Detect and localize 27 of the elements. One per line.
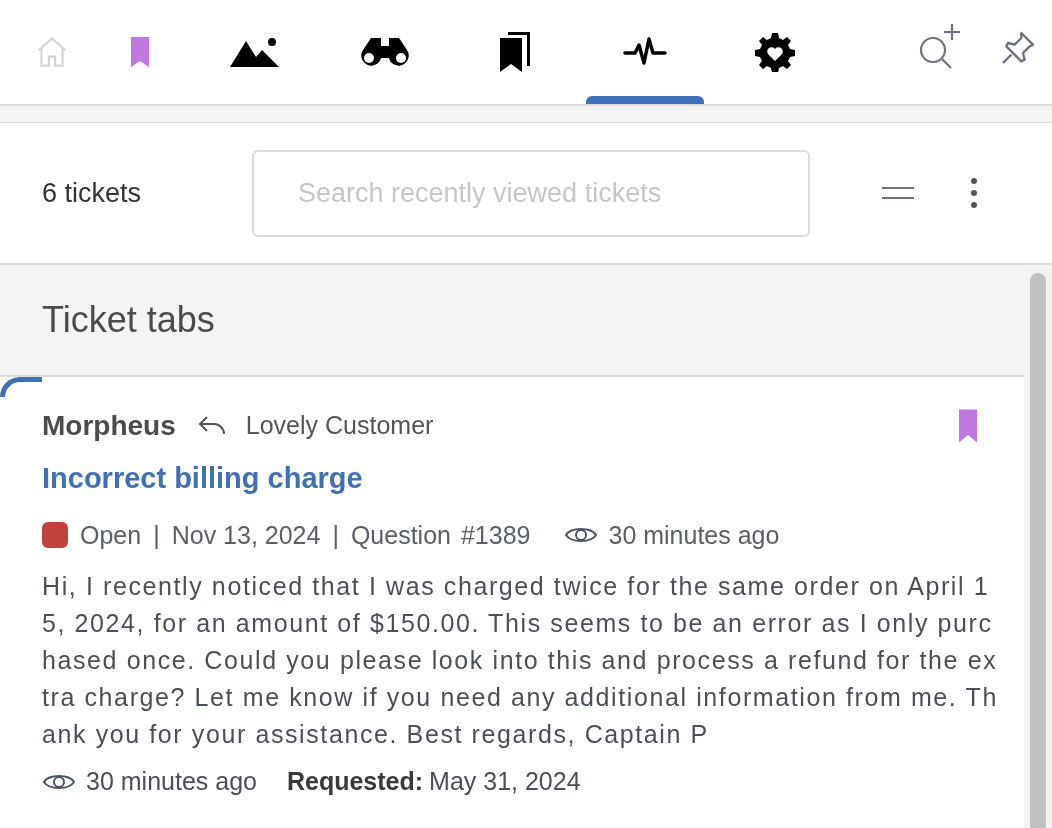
- ticket-number: #1389: [460, 519, 531, 551]
- search-field[interactable]: Search recently viewed tickets: [252, 149, 810, 237]
- ticket-title[interactable]: Incorrect billing charge: [42, 457, 1000, 501]
- more-options-icon[interactable]: [970, 177, 978, 209]
- ticket-preview: Hi, I recently noticed that I was charged twice for the same order on April 15, 2024, for an amount of $150.00. This seems to be an error as I only purchased once. Could you please look into this and process a refund for the extra charge? Let me know if you need any additional information from me. Thank you for your assistance. Best regards, Captain P: [42, 571, 999, 750]
- ticket-count: 6 tickets: [42, 176, 143, 210]
- active-corner-marker: [0, 377, 42, 397]
- requested-label: Requested:: [286, 766, 424, 797]
- equals-icon[interactable]: [882, 186, 914, 200]
- viewed-time: 30 minutes ago: [86, 766, 257, 797]
- separator: |: [153, 519, 160, 551]
- status-label: Open: [80, 519, 142, 551]
- ticket-date: Nov 13, 2024: [171, 519, 321, 551]
- scrollbar-thumb[interactable]: [1030, 273, 1046, 828]
- reply-icon: [197, 415, 226, 437]
- separator: |: [332, 519, 339, 551]
- author-name: Morpheus: [42, 409, 176, 443]
- bookmark-icon[interactable]: [956, 408, 980, 444]
- gear-heart-icon: [755, 32, 795, 72]
- mountains-icon: [230, 35, 280, 69]
- ticket-type: Question: [350, 519, 451, 551]
- activity-icon: [623, 37, 667, 67]
- viewed-time: 30 minutes ago: [608, 519, 780, 551]
- section-title: Ticket tabs: [42, 298, 215, 342]
- recipient-name: Lovely Customer: [245, 410, 434, 442]
- requested-date: May 31, 2024: [429, 766, 581, 797]
- bookmarks-icon: [498, 31, 532, 73]
